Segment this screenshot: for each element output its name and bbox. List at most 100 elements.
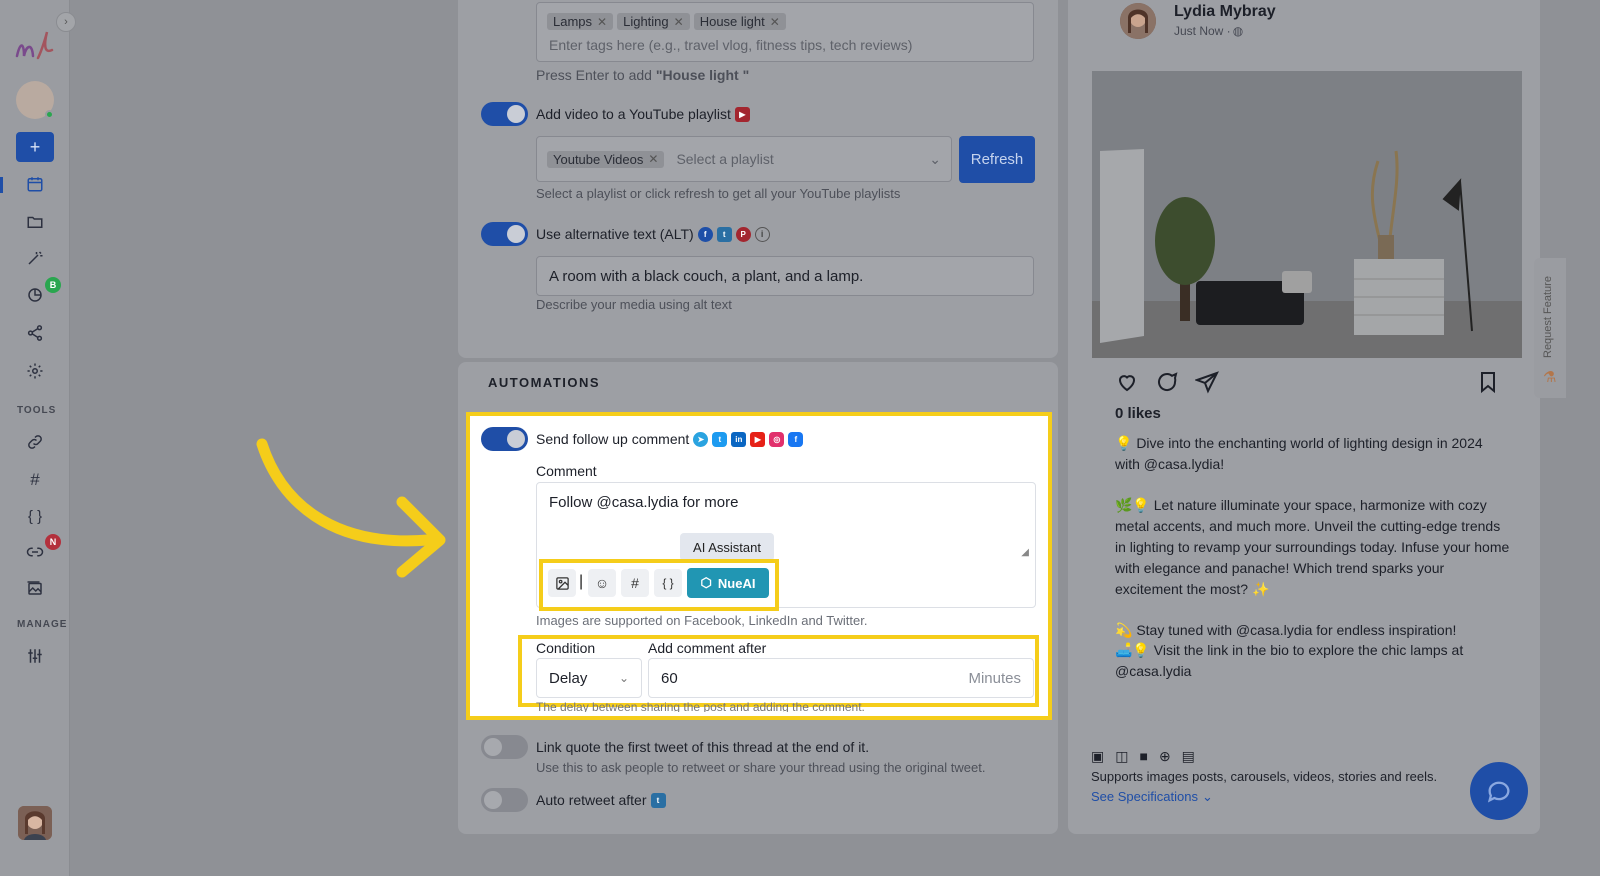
automations-title: AUTOMATIONS xyxy=(488,375,601,390)
pinterest-icon: P xyxy=(735,226,751,242)
tags-input[interactable]: Lamps ✕ Lighting ✕ House light ✕ Enter tags… xyxy=(536,2,1034,62)
share-icon[interactable] xyxy=(24,322,46,344)
settings-icon[interactable] xyxy=(24,360,46,382)
carousel-icon: ◫ xyxy=(1115,748,1129,764)
globe-icon: ◍ xyxy=(1232,24,1244,38)
nueai-button[interactable]: ⬡ NueAI xyxy=(687,568,769,598)
telegram-icon: ➤ xyxy=(693,431,709,447)
heart-icon[interactable] xyxy=(1115,370,1139,394)
info-icon[interactable]: i xyxy=(754,226,770,242)
link-icon[interactable] xyxy=(24,431,46,453)
left-sidebar: › + B TOOLS # { } N MANAGE xyxy=(0,0,76,876)
workspace-avatar[interactable] xyxy=(16,81,54,119)
story-icon: ⊕ xyxy=(1158,748,1171,764)
condition-value: Delay xyxy=(549,669,588,687)
alt-text-toggle[interactable] xyxy=(481,222,528,246)
hashtag-icon[interactable]: # xyxy=(621,569,649,597)
youtube-icon: ▶ xyxy=(734,106,750,122)
twitter-icon: t xyxy=(650,792,666,808)
close-icon[interactable]: ✕ xyxy=(597,15,607,29)
bookmark-icon[interactable] xyxy=(1476,370,1500,394)
delay-unit: Minutes xyxy=(968,669,1021,687)
comment-after-label: Add comment after xyxy=(648,640,767,656)
short-link-icon[interactable] xyxy=(24,541,46,563)
preview-timestamp-row: Just Now · ◍ xyxy=(1174,24,1243,38)
link-quote-hint: Use this to ask people to retweet or sha… xyxy=(536,760,986,775)
nueai-label: NueAI xyxy=(717,575,756,591)
tags-hint-value: "House light " xyxy=(655,67,750,83)
twitter-icon: t xyxy=(716,226,732,242)
close-icon[interactable]: ✕ xyxy=(648,152,658,166)
chevron-right-icon[interactable]: › xyxy=(56,12,76,32)
request-feature-tab[interactable]: Request Feature ⚗ xyxy=(1534,258,1566,398)
linkedin-icon: in xyxy=(731,431,747,447)
ai-assistant-tooltip: AI Assistant xyxy=(680,533,774,561)
condition-select[interactable]: Delay ⌄ xyxy=(536,658,642,698)
refresh-button[interactable]: Refresh xyxy=(959,136,1035,183)
delay-minutes-input[interactable]: 60 Minutes xyxy=(648,658,1034,698)
arrow-annotation xyxy=(256,438,446,578)
alt-text-label: Use alternative text (ALT) xyxy=(536,226,694,242)
link-quote-label: Link quote the first tweet of this threa… xyxy=(536,739,870,755)
playlist-select[interactable]: Youtube Videos ✕ Select a playlist ⌄ xyxy=(536,136,952,182)
post-actions xyxy=(1115,370,1219,394)
see-specifications-label: See Specifications xyxy=(1091,789,1198,804)
playlist-chip: Youtube Videos ✕ xyxy=(547,150,665,168)
analytics-icon[interactable] xyxy=(24,284,46,306)
playlist-hint: Select a playlist or click refresh to ge… xyxy=(536,186,901,201)
badge-n: N xyxy=(45,534,61,550)
tag-list: Lamps ✕ Lighting ✕ House light ✕ xyxy=(547,13,790,30)
emoji-icon[interactable]: ☺ xyxy=(588,569,616,597)
see-specifications-link[interactable]: See Specifications ⌄ xyxy=(1091,789,1213,805)
supports-text: Supports images posts, carousels, videos… xyxy=(1091,769,1438,784)
comment-icon[interactable] xyxy=(1155,370,1179,394)
braces-icon[interactable]: { } xyxy=(24,505,46,527)
resize-handle-icon[interactable]: ◢ xyxy=(1021,547,1029,558)
youtube-playlist-toggle[interactable] xyxy=(481,102,528,126)
close-icon[interactable]: ✕ xyxy=(770,15,780,29)
format-icons: ▣ ◫ ■ ⊕ ▤ xyxy=(1091,748,1195,765)
cube-icon: ⬡ xyxy=(700,575,712,590)
create-post-button[interactable]: + xyxy=(16,132,54,162)
send-icon[interactable] xyxy=(1195,370,1219,394)
magic-wand-icon[interactable] xyxy=(24,247,46,269)
likes-count: 0 likes xyxy=(1115,405,1161,422)
tag-chip: Lighting ✕ xyxy=(617,13,690,30)
calendar-icon[interactable] xyxy=(24,173,46,195)
reel-icon: ▤ xyxy=(1181,748,1195,764)
media-library-icon[interactable] xyxy=(24,577,46,599)
tag-label: Lighting xyxy=(623,14,669,29)
playlist-placeholder: Select a playlist xyxy=(676,151,774,167)
follow-up-label: Send follow up comment xyxy=(536,431,690,447)
alt-text-hint: Describe your media using alt text xyxy=(536,297,732,312)
caption-paragraph-2: 🌿💡 Let nature illuminate your space, har… xyxy=(1115,497,1510,597)
tags-placeholder: Enter tags here (e.g., travel vlog, fitn… xyxy=(549,37,913,53)
tag-label: House light xyxy=(699,14,765,29)
image-upload-icon[interactable] xyxy=(548,569,576,597)
youtube-playlist-label-row: Add video to a YouTube playlist ▶ xyxy=(536,106,750,122)
twitter-icon: t xyxy=(712,431,728,447)
toolbar-divider: | xyxy=(579,573,584,590)
close-icon[interactable]: ✕ xyxy=(674,15,684,29)
chevron-down-icon: ⌄ xyxy=(1201,789,1213,804)
tags-hint: Press Enter to add "House light " xyxy=(536,67,749,83)
youtube-playlist-label: Add video to a YouTube playlist xyxy=(536,106,731,122)
playlist-chip-label: Youtube Videos xyxy=(553,151,644,167)
link-quote-toggle[interactable] xyxy=(481,735,528,759)
tools-section-title: TOOLS xyxy=(17,405,57,416)
folder-icon[interactable] xyxy=(24,211,46,233)
auto-retweet-toggle[interactable] xyxy=(481,788,528,812)
help-chat-button[interactable] xyxy=(1470,762,1528,820)
caption-paragraph-1: 💡 Dive into the enchanting world of ligh… xyxy=(1115,435,1483,472)
alt-text-input[interactable]: A room with a black couch, a plant, and … xyxy=(536,256,1034,296)
flask-icon: ⚗ xyxy=(1543,369,1557,386)
facebook-icon: f xyxy=(697,226,713,242)
tag-chip: Lamps ✕ xyxy=(547,13,614,30)
hashtag-icon[interactable]: # xyxy=(24,469,46,491)
user-avatar[interactable] xyxy=(18,806,52,840)
tags-hint-prefix: Press Enter to add xyxy=(536,67,656,83)
braces-icon[interactable]: { } xyxy=(654,569,682,597)
sliders-icon[interactable] xyxy=(24,645,46,667)
follow-up-toggle[interactable] xyxy=(481,427,528,451)
delay-value: 60 xyxy=(661,669,678,687)
